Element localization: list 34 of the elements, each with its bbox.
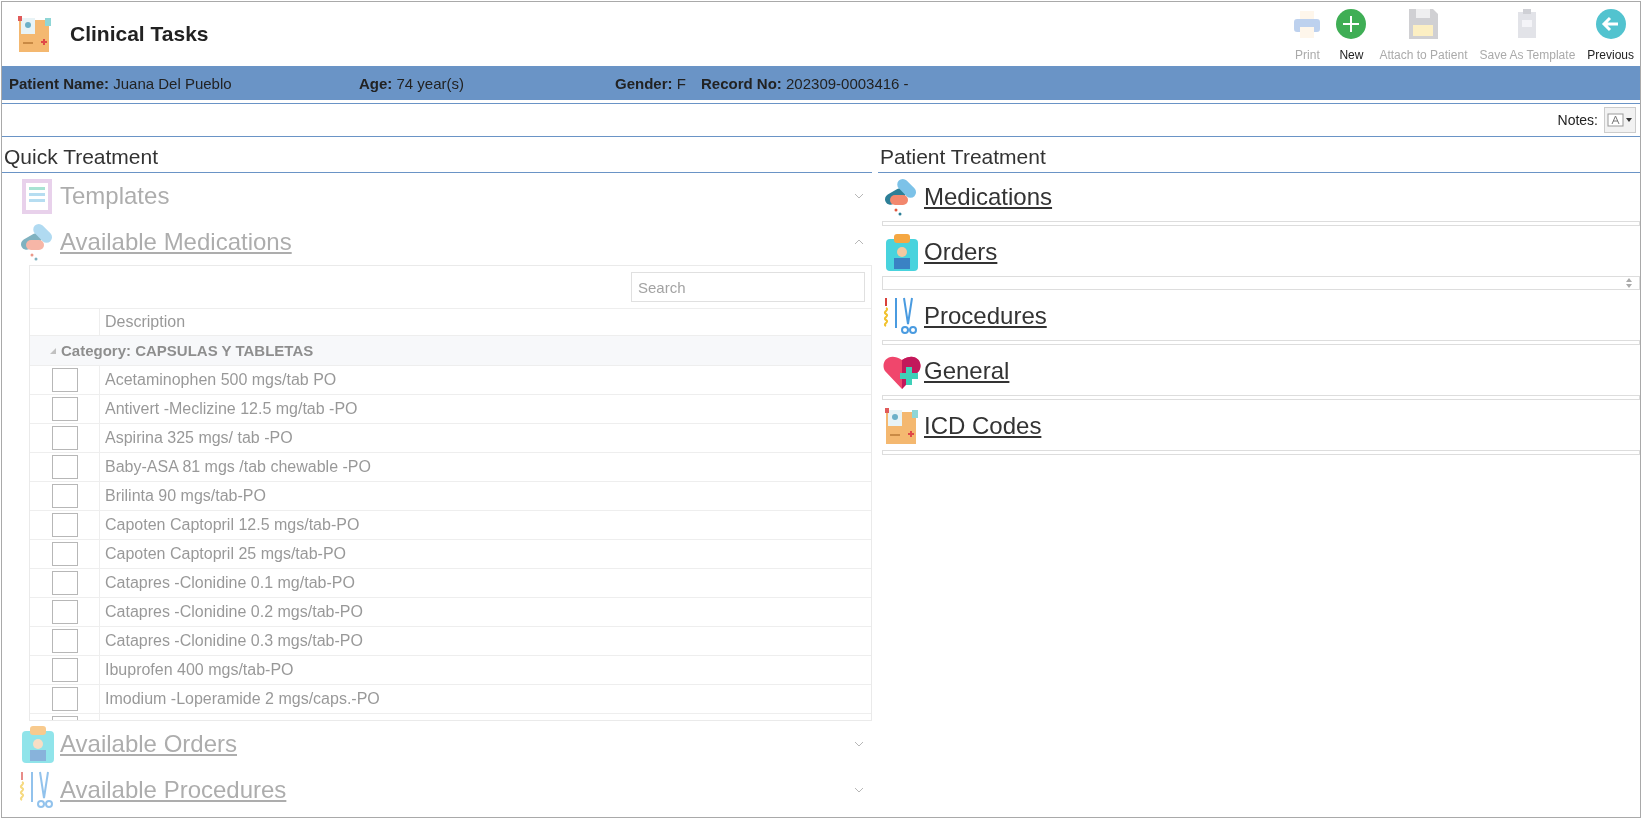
table-cell-text: Baby-ASA 81 mgs /tab chewable -PO	[104, 458, 371, 476]
patient-field: Patient Name: Juana Del Pueblo	[9, 74, 359, 92]
table-cell-text: Ibuprofen 400 mgs/tab-PO	[104, 661, 294, 679]
table-cell-text: Aspirina 325 mgs/ tab -PO	[104, 429, 293, 447]
group-header: Category: CAPSULAS Y TABLETAS	[61, 342, 314, 359]
treatment-link[interactable]: Procedures	[924, 302, 1047, 330]
patient-field: Age: 74 year(s)	[359, 74, 615, 92]
section-label: Templates	[60, 182, 170, 210]
plus-icon	[1335, 8, 1368, 40]
table-cell-text: Brilinta 90 mgs/tab-PO	[104, 487, 266, 505]
treatment-link[interactable]: Medications	[924, 183, 1053, 211]
table-cell-text: Catapres -Clonidine 0.2 mgs/tab-PO	[104, 603, 363, 621]
treatment-link[interactable]: ICD Codes	[924, 412, 1042, 440]
spin-arrows-icon[interactable]	[1625, 277, 1633, 289]
table-cell-text: Antivert -Meclizine 12.5 mg/tab -PO	[104, 400, 358, 418]
new-button[interactable]: New	[1329, 8, 1374, 62]
table-cell-text: Catapres -Clonidine 0.1 mg/tab-PO	[104, 574, 355, 592]
section-title: Quick Treatment	[2, 137, 872, 173]
table-cell-text: Capoten Captopril 25 mgs/tab-PO	[104, 545, 346, 563]
previous-button[interactable]: Previous	[1581, 8, 1640, 62]
treatment-link[interactable]: Orders	[924, 238, 998, 266]
section-title: Patient Treatment	[878, 137, 1640, 173]
table-cell-text: Acetaminophen 500 mgs/tab PO	[104, 371, 337, 389]
table-cell-text: Imodium -Loperamide 2 mgs/caps.-PO	[104, 690, 380, 708]
patient-field: Record No: 202309-0003416 -	[701, 74, 1640, 92]
table-cell-text: Catapres -Clonidine 0.3 mgs/tab-PO	[104, 632, 363, 650]
collapse-triangle-icon[interactable]	[50, 347, 56, 354]
spinner-field[interactable]	[882, 276, 1640, 290]
patient-field: Gender: F	[615, 74, 701, 92]
window-title: Clinical Tasks	[70, 22, 209, 46]
notes-dropdown[interactable]	[1604, 107, 1636, 133]
treatment-link[interactable]: General	[924, 357, 1010, 385]
table-cell-text: Capoten Captopril 12.5 mgs/tab-PO	[104, 516, 360, 534]
notes-label: Notes:	[1557, 112, 1598, 128]
